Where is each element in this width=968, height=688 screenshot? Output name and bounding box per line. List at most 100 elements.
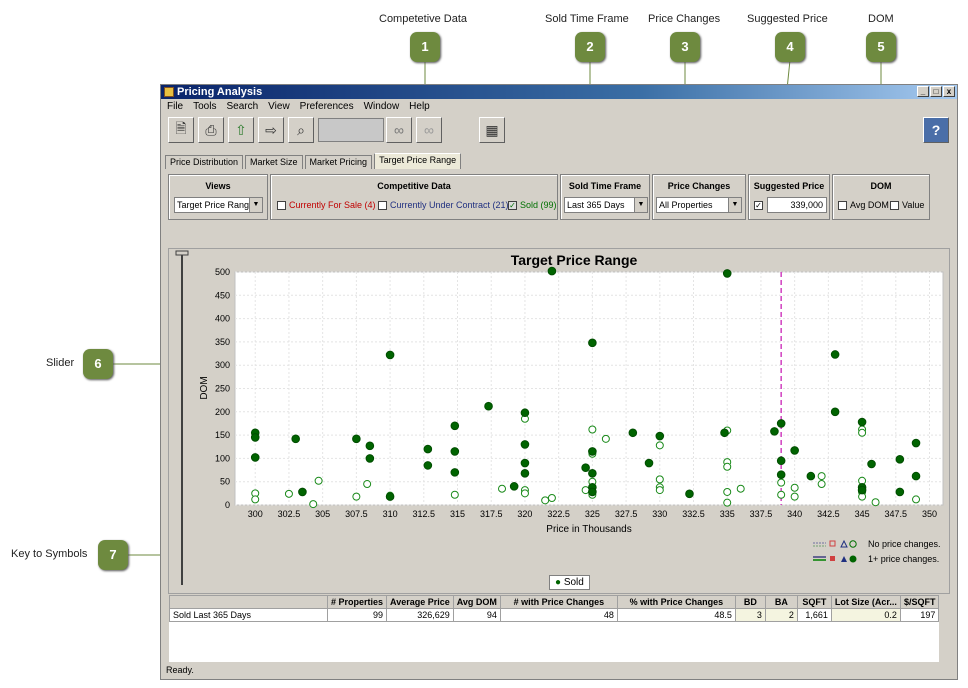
sold-price-changed-point[interactable] <box>655 431 665 441</box>
views-select[interactable]: Target Price Range ▼ <box>174 197 263 213</box>
price-changes-select[interactable]: All Properties ▼ <box>656 197 742 213</box>
tab-market-pricing[interactable]: Market Pricing <box>304 155 373 169</box>
col-header[interactable]: Average Price <box>386 595 454 609</box>
suggested-price-input[interactable]: 339,000 <box>767 197 827 213</box>
search-button[interactable]: ⌕ <box>288 117 314 143</box>
calendar-button[interactable]: ▦ <box>479 117 505 143</box>
sold-price-changed-point[interactable] <box>830 350 840 359</box>
sold-no-change-point[interactable] <box>547 494 556 503</box>
sold-price-changed-point[interactable] <box>509 482 519 491</box>
table-row[interactable]: Sold Last 365 Days 99 326,629 94 48 48.5… <box>169 608 940 622</box>
sold-price-changed-point[interactable] <box>520 408 530 418</box>
sold-price-changed-point[interactable] <box>685 489 694 499</box>
sold-price-changed-point[interactable] <box>628 428 638 438</box>
binoculars-next-button[interactable]: ∞ <box>416 117 442 143</box>
sold-price-changed-point[interactable] <box>520 440 530 449</box>
sold-no-change-point[interactable] <box>314 476 323 485</box>
print-button[interactable]: ⎙ <box>198 117 224 143</box>
sold-price-changed-point[interactable] <box>588 447 597 456</box>
avg-dom-checkbox[interactable]: Avg DOM <box>838 200 889 211</box>
sold-time-select[interactable]: Last 365 Days ▼ <box>564 197 648 213</box>
sold-no-change-point[interactable] <box>777 478 786 487</box>
help-button[interactable]: ? <box>923 117 949 143</box>
sold-no-change-point[interactable] <box>912 495 921 504</box>
col-header[interactable]: BA <box>764 595 798 609</box>
sold-checkbox[interactable]: ✓ Sold (99) <box>508 200 557 211</box>
value-checkbox[interactable]: Value <box>890 200 924 211</box>
sold-no-change-point[interactable] <box>363 480 372 489</box>
sold-no-change-point[interactable] <box>817 480 826 489</box>
sold-price-changed-point[interactable] <box>484 401 493 411</box>
sold-no-change-point[interactable] <box>736 484 745 493</box>
col-header[interactable]: BD <box>734 595 766 609</box>
sold-price-changed-point[interactable] <box>291 434 300 444</box>
sold-price-changed-point[interactable] <box>776 470 786 480</box>
sold-no-change-point[interactable] <box>352 492 361 501</box>
sold-price-changed-point[interactable] <box>720 428 729 438</box>
sold-price-changed-point[interactable] <box>547 266 557 276</box>
sold-no-change-point[interactable] <box>655 475 664 484</box>
sold-no-change-point[interactable] <box>601 434 610 443</box>
col-header[interactable]: # Properties <box>326 595 388 609</box>
sold-price-changed-point[interactable] <box>588 338 597 348</box>
col-header[interactable]: # with Price Changes <box>499 595 618 609</box>
sold-no-change-point[interactable] <box>284 489 293 498</box>
sold-price-changed-point[interactable] <box>776 419 786 428</box>
tab-price-distribution[interactable]: Price Distribution <box>165 155 244 169</box>
tab-target-price-range[interactable]: Target Price Range <box>374 153 462 169</box>
sold-price-changed-point[interactable] <box>450 468 460 477</box>
sold-price-changed-point[interactable] <box>365 441 375 451</box>
sold-price-changed-point[interactable] <box>250 453 260 462</box>
sold-no-change-point[interactable] <box>790 492 799 501</box>
sold-no-change-point[interactable] <box>723 462 732 471</box>
sold-price-changed-point[interactable] <box>581 463 590 473</box>
sold-price-changed-point[interactable] <box>857 485 867 495</box>
col-header[interactable]: Lot Size (Acr... <box>830 595 901 609</box>
sold-no-change-point[interactable] <box>450 490 459 499</box>
sold-no-change-point[interactable] <box>723 498 732 507</box>
sold-no-change-point[interactable] <box>309 500 318 509</box>
sold-no-change-point[interactable] <box>520 489 529 498</box>
sold-price-changed-point[interactable] <box>911 471 921 481</box>
sold-price-changed-point[interactable] <box>423 461 433 470</box>
sold-no-change-point[interactable] <box>871 498 880 507</box>
binoculars-button[interactable]: ∞ <box>386 117 412 143</box>
sold-no-change-point[interactable] <box>588 425 597 434</box>
sold-price-changed-point[interactable] <box>365 454 375 463</box>
sold-price-changed-point[interactable] <box>423 444 433 454</box>
export-button[interactable]: ⇧ <box>228 117 254 143</box>
close-button[interactable]: x <box>943 86 955 97</box>
sold-no-change-point[interactable] <box>817 472 826 481</box>
sold-price-changed-point[interactable] <box>857 417 867 427</box>
sold-price-changed-point[interactable] <box>895 487 905 497</box>
sold-price-changed-point[interactable] <box>385 350 395 360</box>
menu-view[interactable]: View <box>268 99 290 114</box>
menu-preferences[interactable]: Preferences <box>300 99 354 114</box>
col-header[interactable]: Avg DOM <box>452 595 501 609</box>
sold-no-change-point[interactable] <box>777 490 786 499</box>
sold-price-changed-point[interactable] <box>385 492 395 501</box>
sold-price-changed-point[interactable] <box>770 427 779 436</box>
sold-no-change-point[interactable] <box>498 484 507 493</box>
col-header[interactable]: $/SQFT <box>899 595 940 609</box>
sold-no-change-point[interactable] <box>655 486 664 495</box>
sold-no-change-point[interactable] <box>655 441 664 450</box>
menu-file[interactable]: File <box>167 99 183 114</box>
sold-price-changed-point[interactable] <box>644 458 654 468</box>
sold-price-changed-point[interactable] <box>911 438 921 448</box>
col-header[interactable] <box>169 595 328 609</box>
sold-price-changed-point[interactable] <box>867 459 876 469</box>
col-header[interactable]: SQFT <box>796 595 832 609</box>
print-preview-button[interactable]: 🗎 <box>168 117 194 143</box>
sold-price-changed-point[interactable] <box>450 421 460 431</box>
sold-no-change-point[interactable] <box>858 428 867 437</box>
sold-price-changed-point[interactable] <box>830 407 840 417</box>
sold-no-change-point[interactable] <box>541 496 550 505</box>
sold-price-changed-point[interactable] <box>352 434 361 444</box>
sold-price-changed-point[interactable] <box>790 446 799 455</box>
under-contract-checkbox[interactable]: Currently Under Contract (21) <box>378 200 509 211</box>
sold-price-changed-point[interactable] <box>776 456 786 466</box>
sold-price-changed-point[interactable] <box>520 458 530 468</box>
suggested-checkbox[interactable]: ✓ <box>754 201 763 210</box>
minimize-button[interactable]: _ <box>917 86 929 97</box>
